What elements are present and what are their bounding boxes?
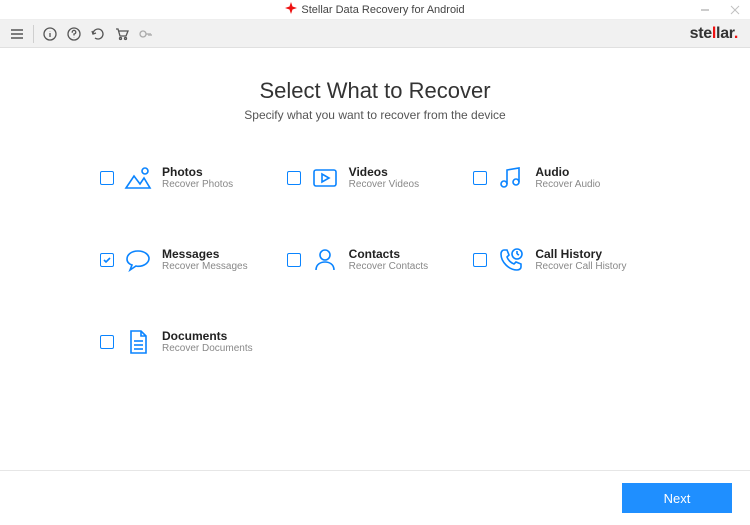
documents-icon [122, 326, 154, 358]
checkbox-audio[interactable] [473, 171, 487, 185]
checkbox-videos[interactable] [287, 171, 301, 185]
option-subtitle: Recover Documents [162, 343, 253, 355]
videos-icon [309, 162, 341, 194]
messages-icon [122, 244, 154, 276]
toolbar: stellar. [0, 20, 750, 48]
option-title: Messages [162, 247, 248, 261]
option-text: Documents Recover Documents [162, 329, 253, 355]
checkbox-callhistory[interactable] [473, 253, 487, 267]
heading: Select What to Recover Specify what you … [40, 78, 710, 122]
close-button[interactable] [720, 0, 750, 19]
option-contacts[interactable]: Contacts Recover Contacts [287, 244, 464, 276]
option-subtitle: Recover Audio [535, 179, 600, 191]
option-text: Audio Recover Audio [535, 165, 600, 191]
option-title: Videos [349, 165, 419, 179]
brand-logo: stellar. [690, 25, 744, 43]
separator [33, 25, 34, 43]
option-title: Contacts [349, 247, 428, 261]
option-text: Videos Recover Videos [349, 165, 419, 191]
page-subtitle: Specify what you want to recover from th… [40, 108, 710, 122]
next-button[interactable]: Next [622, 483, 732, 513]
titlebar: Stellar Data Recovery for Android [0, 0, 750, 20]
checkbox-messages[interactable] [100, 253, 114, 267]
option-photos[interactable]: Photos Recover Photos [100, 162, 277, 194]
option-title: Documents [162, 329, 253, 343]
main-content: Select What to Recover Specify what you … [0, 48, 750, 470]
checkbox-documents[interactable] [100, 335, 114, 349]
option-title: Audio [535, 165, 600, 179]
audio-icon [495, 162, 527, 194]
option-callhistory[interactable]: Call History Recover Call History [473, 244, 650, 276]
footer: Next [0, 470, 750, 525]
options-grid: Photos Recover Photos Videos Recover Vid… [40, 162, 710, 358]
cart-icon[interactable] [111, 23, 133, 45]
callhistory-icon [495, 244, 527, 276]
option-title: Photos [162, 165, 233, 179]
option-videos[interactable]: Videos Recover Videos [287, 162, 464, 194]
titlebar-title: Stellar Data Recovery for Android [301, 4, 464, 16]
app-icon [285, 2, 297, 17]
key-icon[interactable] [135, 23, 157, 45]
menu-icon[interactable] [6, 23, 28, 45]
help-icon[interactable] [63, 23, 85, 45]
option-subtitle: Recover Photos [162, 179, 233, 191]
photos-icon [122, 162, 154, 194]
option-text: Call History Recover Call History [535, 247, 626, 273]
window-controls [690, 0, 750, 19]
page-title: Select What to Recover [40, 78, 710, 104]
option-subtitle: Recover Videos [349, 179, 419, 191]
checkbox-contacts[interactable] [287, 253, 301, 267]
toolbar-left [6, 23, 157, 45]
option-documents[interactable]: Documents Recover Documents [100, 326, 277, 358]
option-messages[interactable]: Messages Recover Messages [100, 244, 277, 276]
refresh-icon[interactable] [87, 23, 109, 45]
checkbox-photos[interactable] [100, 171, 114, 185]
option-title: Call History [535, 247, 626, 261]
option-subtitle: Recover Messages [162, 261, 248, 273]
option-text: Photos Recover Photos [162, 165, 233, 191]
option-subtitle: Recover Call History [535, 261, 626, 273]
option-subtitle: Recover Contacts [349, 261, 428, 273]
option-text: Contacts Recover Contacts [349, 247, 428, 273]
minimize-button[interactable] [690, 0, 720, 19]
info-icon[interactable] [39, 23, 61, 45]
contacts-icon [309, 244, 341, 276]
option-audio[interactable]: Audio Recover Audio [473, 162, 650, 194]
option-text: Messages Recover Messages [162, 247, 248, 273]
